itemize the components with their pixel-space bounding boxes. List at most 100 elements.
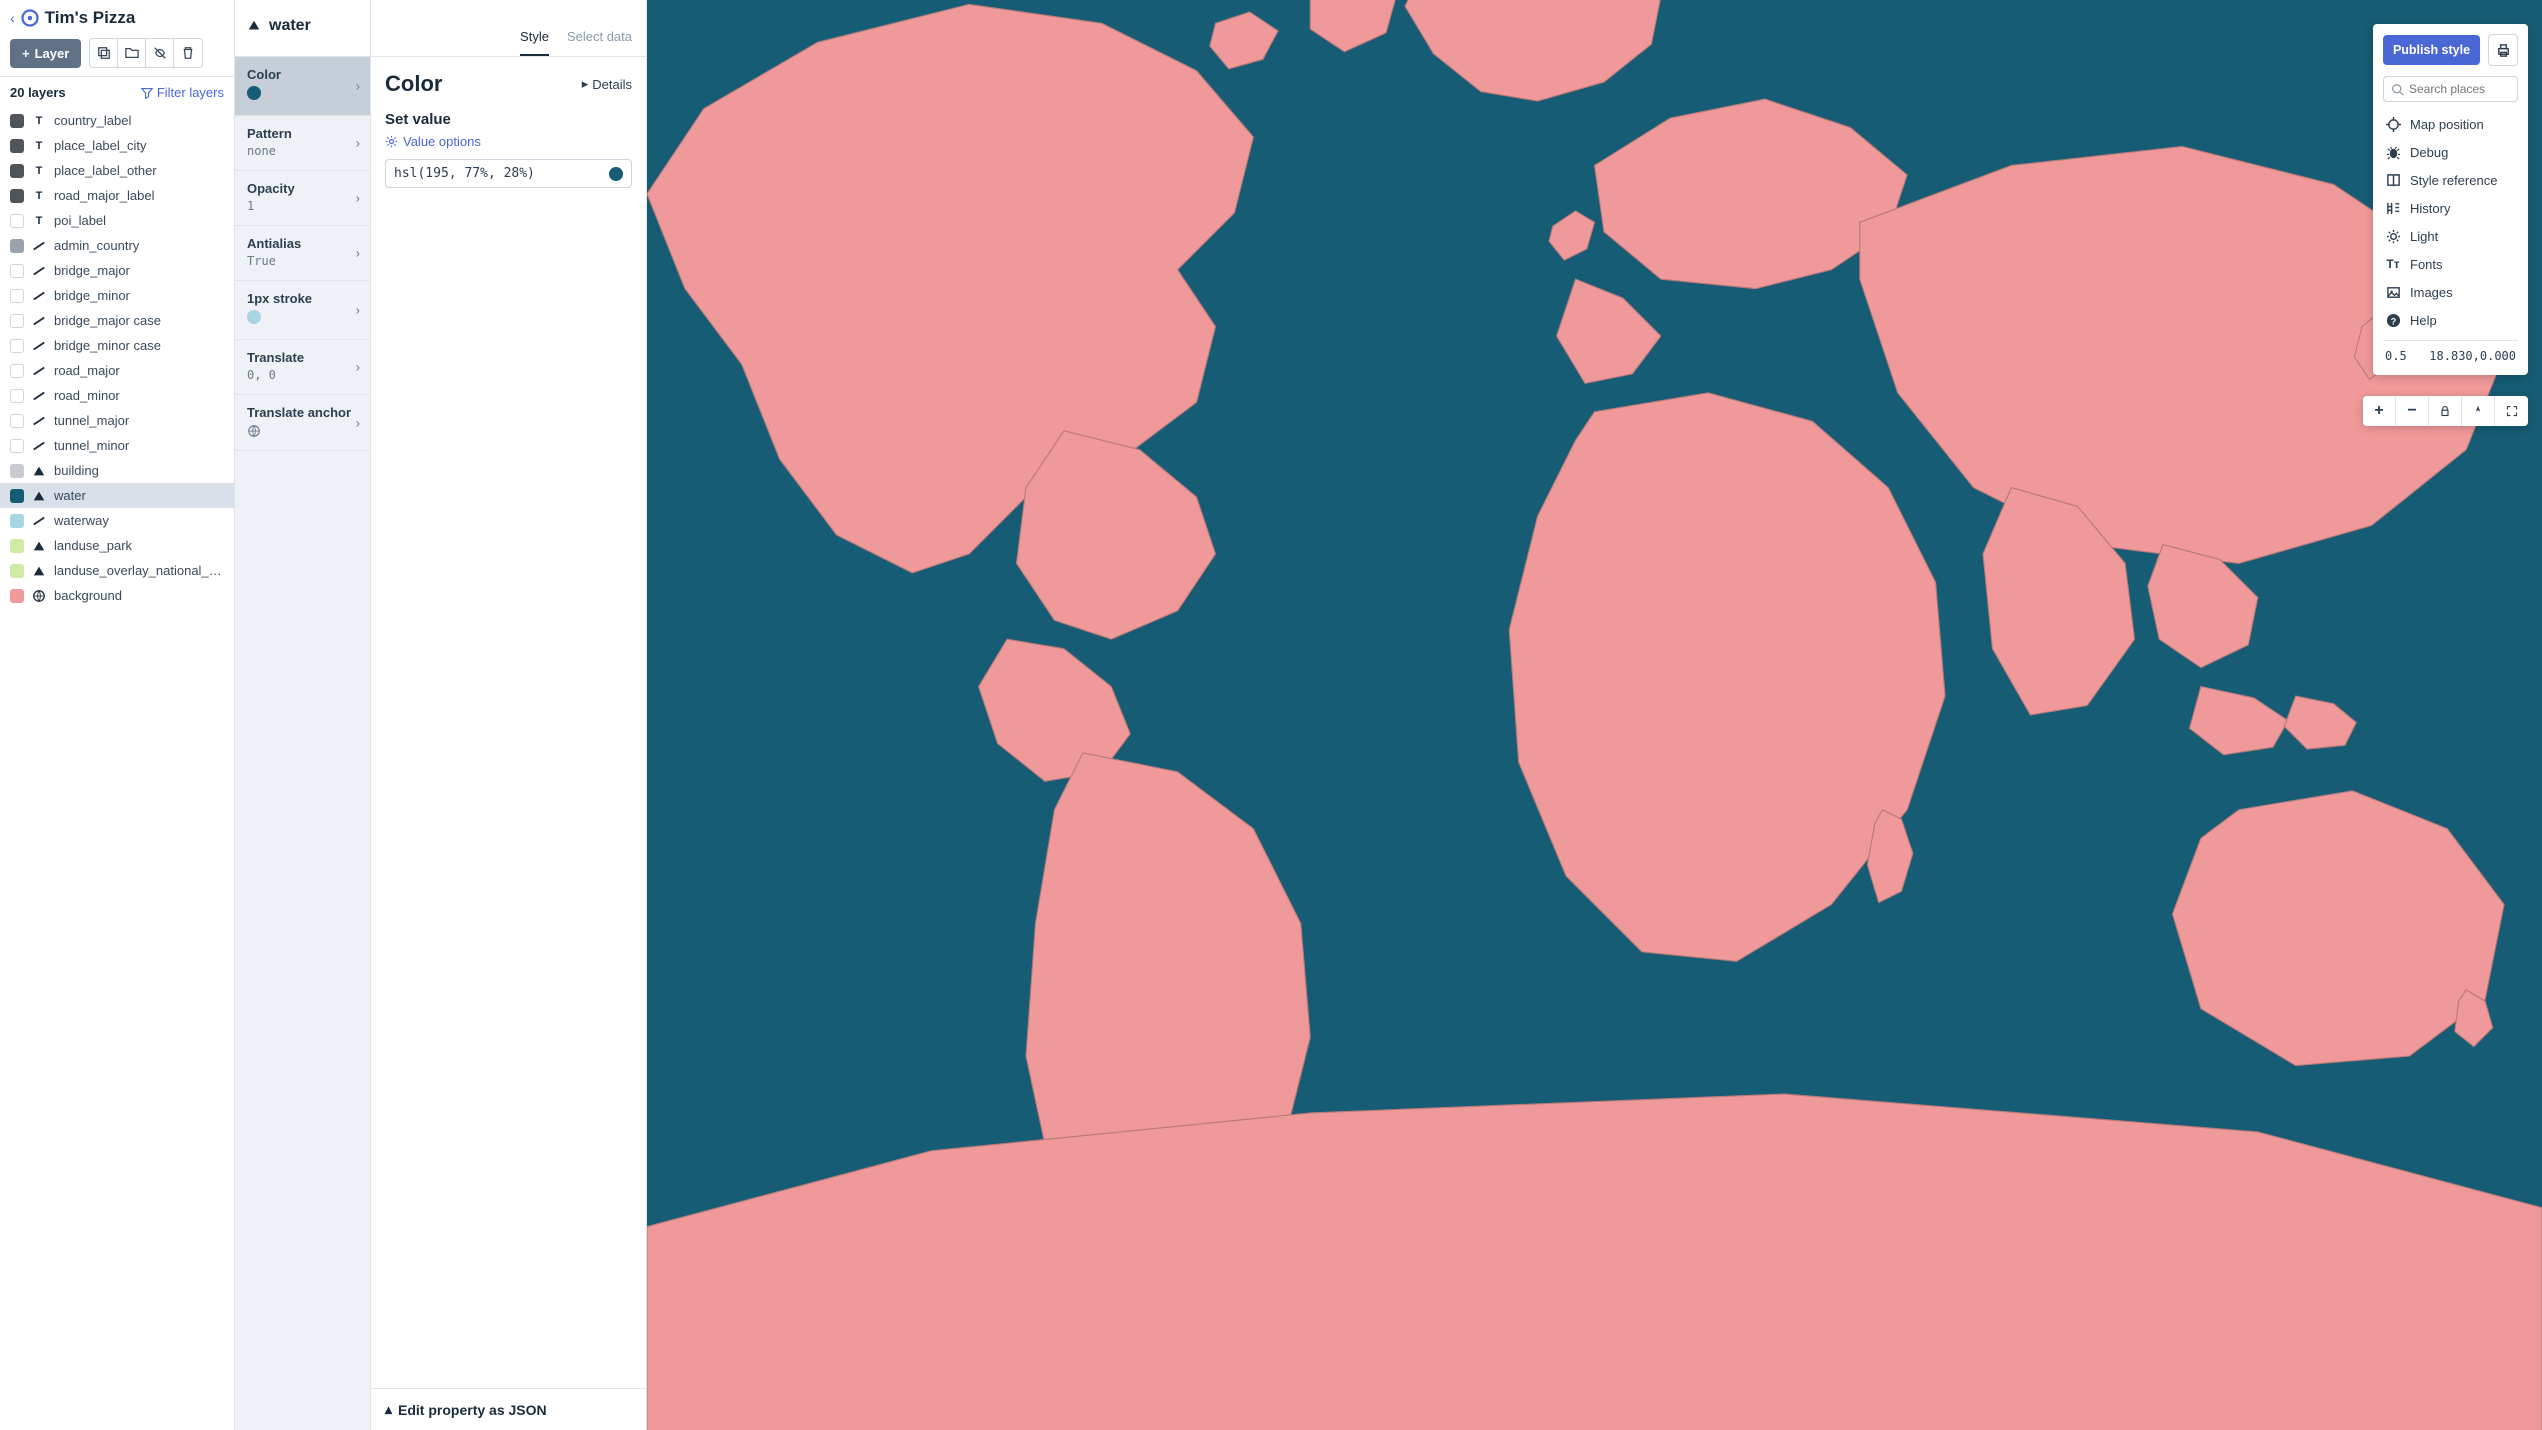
prop-nav-opacity[interactable]: Opacity1› — [235, 171, 370, 226]
layer-item-tunnel-minor[interactable]: tunnel_minor — [0, 433, 234, 458]
group-layer-button[interactable] — [118, 39, 146, 67]
map-canvas[interactable]: Publish style Map positionDebugStyle ref… — [647, 0, 2542, 1430]
fill-layer-icon — [247, 19, 261, 33]
prop-nav-antialias[interactable]: AntialiasTrue› — [235, 226, 370, 281]
menu-item-style_reference[interactable]: Style reference — [2383, 166, 2518, 194]
property-detail-panel: Style Select data Color ▸ Details Set va… — [371, 0, 647, 1430]
value-options-link[interactable]: Value options — [385, 134, 632, 149]
chevron-right-icon: › — [356, 303, 360, 318]
layer-item-country-label[interactable]: Tcountry_label — [0, 108, 234, 133]
prop-swatch-icon — [247, 310, 261, 324]
prop-value: 0, 0 — [247, 368, 358, 382]
layer-item-road-major-label[interactable]: Troad_major_label — [0, 183, 234, 208]
add-layer-button[interactable]: + Layer — [10, 39, 81, 68]
layer-swatch-icon — [10, 289, 24, 303]
lock-button[interactable] — [2429, 396, 2462, 426]
details-toggle[interactable]: ▸ Details — [582, 76, 632, 92]
tab-style[interactable]: Style — [520, 29, 549, 56]
layer-item-road-major[interactable]: road_major — [0, 358, 234, 383]
map-coordinates: 0.5 18.830,0.000 — [2383, 347, 2518, 365]
color-value-input[interactable] — [394, 166, 609, 181]
menu-label: Help — [2410, 313, 2437, 328]
menu-item-light[interactable]: Light — [2383, 222, 2518, 250]
layer-item-background[interactable]: background — [0, 583, 234, 608]
prop-nav-translate[interactable]: Translate0, 0› — [235, 340, 370, 395]
zoom-in-button[interactable]: + — [2363, 396, 2396, 426]
layer-name-label: country_label — [54, 113, 224, 128]
menu-item-fonts[interactable]: TтFonts — [2383, 250, 2518, 278]
latlng: 18.830,0.000 — [2429, 349, 2516, 363]
print-button[interactable] — [2488, 34, 2518, 66]
layer-item-place-label-city[interactable]: Tplace_label_city — [0, 133, 234, 158]
publish-style-button[interactable]: Publish style — [2383, 35, 2480, 65]
layer-item-landuse-park[interactable]: landuse_park — [0, 533, 234, 558]
tab-select-data[interactable]: Select data — [567, 29, 632, 56]
prop-nav-stroke[interactable]: 1px stroke› — [235, 281, 370, 340]
layer-type-icon — [32, 414, 46, 428]
prop-nav-pattern[interactable]: Patternnone› — [235, 116, 370, 171]
property-title: Color — [385, 71, 442, 97]
layer-item-bridge-major-case[interactable]: bridge_major case — [0, 308, 234, 333]
layer-swatch-icon — [10, 564, 24, 578]
layer-item-bridge-major[interactable]: bridge_major — [0, 258, 234, 283]
layer-swatch-icon — [10, 339, 24, 353]
layer-item-water[interactable]: water — [0, 483, 234, 508]
prop-nav-color[interactable]: Color› — [235, 57, 370, 116]
delete-layer-button[interactable] — [174, 39, 202, 67]
layer-name-label: building — [54, 463, 224, 478]
search-places-wrapper[interactable] — [2383, 76, 2518, 102]
layer-type-icon: T — [32, 139, 46, 153]
layer-type-icon — [32, 289, 46, 303]
layer-item-bridge-minor[interactable]: bridge_minor — [0, 283, 234, 308]
app-logo-icon — [21, 9, 39, 27]
menu-item-history[interactable]: History — [2383, 194, 2518, 222]
menu-label: History — [2410, 201, 2450, 216]
menu-item-help[interactable]: ?Help — [2383, 306, 2518, 334]
layer-type-icon: T — [32, 189, 46, 203]
zoom-out-button[interactable]: − — [2396, 396, 2429, 426]
layer-item-waterway[interactable]: waterway — [0, 508, 234, 533]
chevron-right-icon: › — [356, 246, 360, 261]
chevron-right-icon: ▸ — [582, 76, 589, 92]
filter-layers-link[interactable]: Filter layers — [141, 85, 224, 100]
layer-swatch-icon — [10, 189, 24, 203]
menu-label: Fonts — [2410, 257, 2443, 272]
layer-item-place-label-other[interactable]: Tplace_label_other — [0, 158, 234, 183]
globe-icon — [247, 424, 358, 438]
search-places-input[interactable] — [2409, 82, 2510, 96]
layer-swatch-icon — [10, 364, 24, 378]
duplicate-layer-button[interactable] — [90, 39, 118, 67]
map-tools-panel: Publish style Map positionDebugStyle ref… — [2373, 24, 2528, 375]
menu-item-map_position[interactable]: Map position — [2383, 110, 2518, 138]
menu-item-debug[interactable]: Debug — [2383, 138, 2518, 166]
layer-item-building[interactable]: building — [0, 458, 234, 483]
layer-item-tunnel-major[interactable]: tunnel_major — [0, 408, 234, 433]
edit-json-toggle[interactable]: ▴ Edit property as JSON — [371, 1388, 646, 1430]
menu-label: Light — [2410, 229, 2438, 244]
color-swatch-icon — [609, 167, 623, 181]
layer-swatch-icon — [10, 114, 24, 128]
prop-value: 1 — [247, 199, 358, 213]
book-icon — [2385, 172, 2401, 188]
layer-item-landuse-overlay-national-park[interactable]: landuse_overlay_national_park — [0, 558, 234, 583]
menu-item-images[interactable]: Images — [2383, 278, 2518, 306]
layer-type-icon: T — [32, 164, 46, 178]
fullscreen-button[interactable] — [2495, 396, 2528, 426]
chevron-right-icon: › — [356, 79, 360, 94]
layer-type-icon — [32, 564, 46, 578]
compass-button[interactable] — [2462, 396, 2495, 426]
prop-label: Antialias — [247, 236, 358, 251]
hide-layer-button[interactable] — [146, 39, 174, 67]
layer-item-poi-label[interactable]: Tpoi_label — [0, 208, 234, 233]
selected-layer-name: water — [269, 17, 311, 35]
layer-name-label: tunnel_minor — [54, 438, 224, 453]
layer-name-label: tunnel_major — [54, 413, 224, 428]
layer-item-road-minor[interactable]: road_minor — [0, 383, 234, 408]
layer-type-icon — [32, 464, 46, 478]
prop-nav-translate_anchor[interactable]: Translate anchor› — [235, 395, 370, 451]
layer-name-label: place_label_other — [54, 163, 224, 178]
back-arrow-icon[interactable]: ‹ — [10, 10, 15, 26]
layer-item-bridge-minor-case[interactable]: bridge_minor case — [0, 333, 234, 358]
layer-item-admin-country[interactable]: admin_country — [0, 233, 234, 258]
color-input-wrapper[interactable] — [385, 159, 632, 188]
